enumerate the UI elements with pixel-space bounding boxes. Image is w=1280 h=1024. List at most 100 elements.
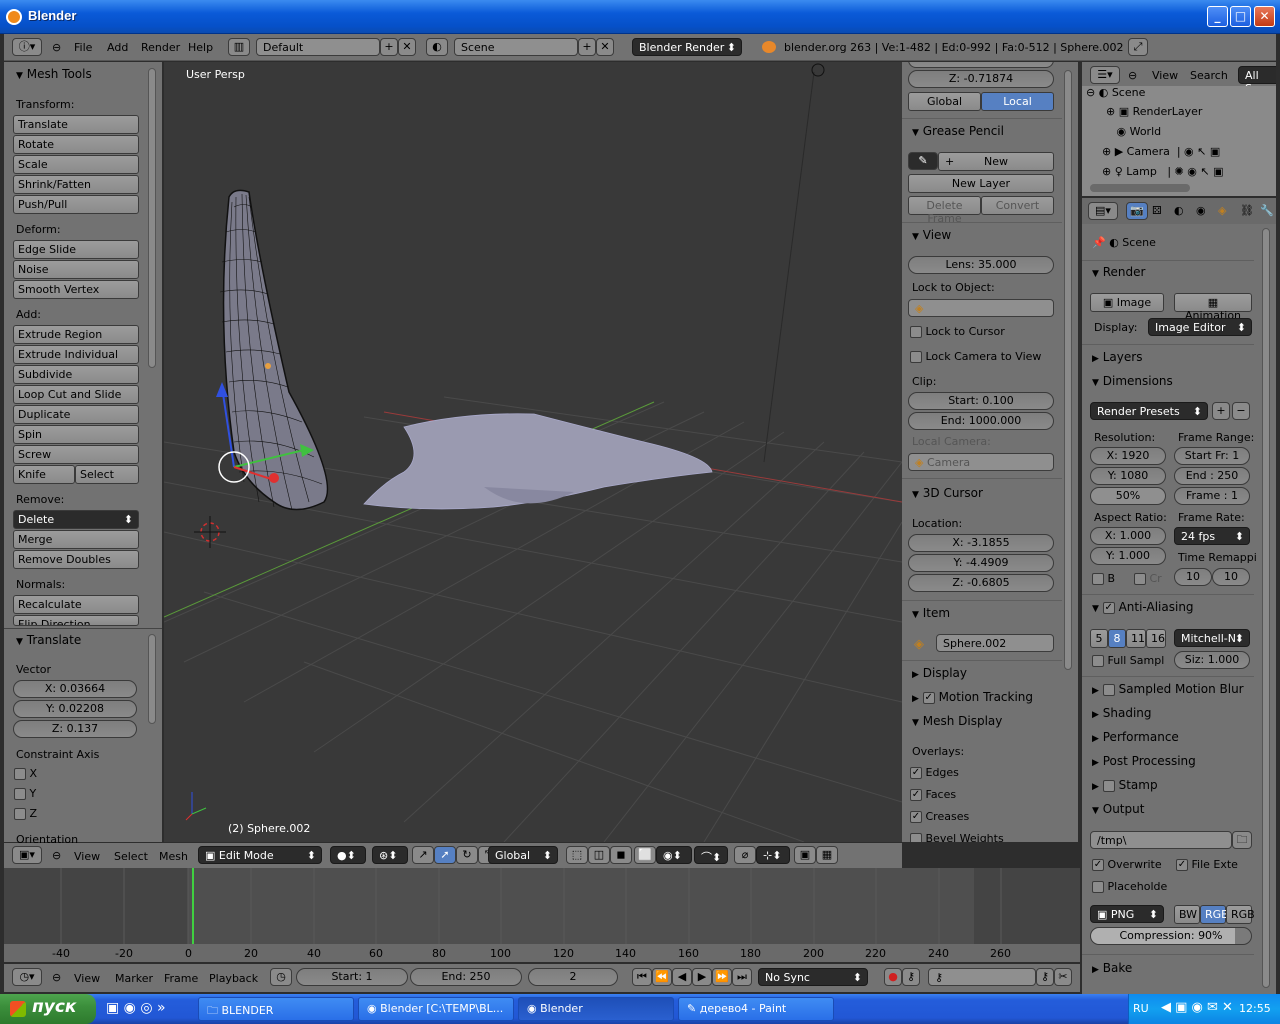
collapse-icon[interactable]: ⊖ — [52, 41, 61, 54]
current-frame-field[interactable]: 2 — [528, 968, 618, 986]
render-engine-select[interactable]: Blender Render ⬍ — [632, 38, 742, 56]
bake-header[interactable]: ▶ Bake — [1092, 961, 1132, 975]
convert-button[interactable]: Convert — [981, 196, 1054, 215]
tray-icons[interactable]: ◀ ▣ ◉ ✉ ✕ — [1161, 1000, 1233, 1015]
delete-menu[interactable]: Delete ⬍ — [13, 510, 139, 529]
border-checkbox[interactable] — [1092, 573, 1104, 585]
output-header[interactable]: ▼ Output — [1092, 802, 1144, 816]
vector-y-field[interactable]: Y: 0.02208 — [13, 700, 137, 718]
antialiasing-header[interactable]: ▼ ✓ Anti-Aliasing — [1092, 600, 1194, 614]
clip-end-field[interactable]: End: 1000.000 — [908, 412, 1054, 430]
motion-blur-header[interactable]: ▶ Sampled Motion Blur — [1092, 682, 1244, 696]
minimize-button[interactable]: _ — [1207, 6, 1228, 27]
full-sample-checkbox[interactable] — [1092, 655, 1104, 667]
smooth-vertex-button[interactable]: Smooth Vertex — [13, 280, 139, 299]
outliner-display-select[interactable]: All Sce — [1238, 66, 1276, 95]
overlay-edges-checkbox[interactable]: ✓ — [910, 767, 922, 779]
editor-type-icon[interactable]: ⓘ▾ — [12, 38, 42, 56]
translate-op-header[interactable]: ▼ Translate — [16, 633, 81, 647]
aa-11-button[interactable]: 11 — [1126, 629, 1146, 648]
task-blender[interactable]: ◉ Blender — [518, 997, 674, 1021]
remove-screen-icon[interactable]: ✕ — [398, 38, 416, 56]
res-x-field[interactable]: X: 1920 — [1090, 447, 1166, 465]
performance-header[interactable]: ▶ Performance — [1092, 730, 1179, 744]
outliner-collapse-icon[interactable]: ⊖ — [1128, 69, 1137, 82]
menu-file[interactable]: File — [74, 41, 92, 54]
properties-scrollbar[interactable] — [1262, 228, 1270, 988]
keying-set-field[interactable]: ⚷ — [928, 968, 1036, 986]
render-image-button[interactable]: ▣ Image — [1090, 293, 1164, 312]
output-path-field[interactable]: /tmp\ — [1090, 831, 1232, 849]
vertex-select-icon[interactable]: ⬚ — [566, 846, 588, 864]
grease-pencil-header[interactable]: ▼ Grease Pencil — [912, 124, 1004, 138]
location-z-field[interactable]: Z: -0.71874 — [908, 70, 1054, 88]
view3d-collapse-icon[interactable]: ⊖ — [52, 849, 61, 862]
layers-header[interactable]: ▶ Layers — [1092, 350, 1142, 364]
screen-layout-field[interactable]: Default — [256, 38, 380, 56]
crop-checkbox[interactable] — [1134, 573, 1146, 585]
screw-button[interactable]: Screw — [13, 445, 139, 464]
remove-doubles-button[interactable]: Remove Doubles — [13, 550, 139, 569]
view-panel-header[interactable]: ▼ View — [912, 228, 951, 242]
constraints-tab-icon[interactable]: ⛓ — [1240, 204, 1254, 217]
display-select[interactable]: Image Editor ⬍ — [1148, 318, 1252, 336]
recalculate-button[interactable]: Recalculate — [13, 595, 139, 614]
3d-viewport[interactable]: User Persp (2) Sphere.002 — [164, 62, 902, 842]
bw-button[interactable]: BW — [1174, 905, 1200, 924]
timeline[interactable]: -40 -20 0 20 40 60 80 100 120 140 160 18… — [4, 868, 1080, 962]
placeholder-row[interactable]: Placeholde — [1092, 880, 1167, 893]
post-processing-header[interactable]: ▶ Post Processing — [1092, 754, 1196, 768]
object-tab-icon[interactable]: ◈ — [1218, 204, 1226, 217]
motion-tracking-header[interactable]: ▶ ✓ Motion Tracking — [912, 690, 1033, 704]
aa-filter-select[interactable]: Mitchell-N ⬍ — [1174, 629, 1250, 647]
vector-x-field[interactable]: X: 0.03664 — [13, 680, 137, 698]
item-panel-header[interactable]: ▼ Item — [912, 606, 950, 620]
overwrite-row[interactable]: ✓ Overwrite — [1092, 858, 1162, 871]
aspect-y-field[interactable]: Y: 1.000 — [1090, 547, 1166, 565]
render-layers-tab-icon[interactable]: ⚄ — [1152, 204, 1162, 217]
outliner-world[interactable]: ◉ World — [1106, 125, 1161, 138]
lock-object-field[interactable]: ◈ — [908, 299, 1054, 317]
operator-scrollbar[interactable] — [148, 634, 156, 724]
rgb-button[interactable]: RGB — [1200, 905, 1229, 924]
menu-help[interactable]: Help — [188, 41, 213, 54]
add-screen-icon[interactable]: + — [380, 38, 398, 56]
placeholder-checkbox[interactable] — [1092, 881, 1104, 893]
lens-field[interactable]: Lens: 35.000 — [908, 256, 1054, 274]
render-tab-icon[interactable]: 📷 — [1126, 202, 1148, 220]
render-still-icon[interactable]: ▣ — [794, 846, 816, 864]
knife-button[interactable]: Knife — [13, 465, 75, 484]
modifiers-tab-icon[interactable]: 🔧 — [1260, 204, 1274, 217]
overlay-creases-checkbox[interactable]: ✓ — [910, 811, 922, 823]
mesh-tools-header[interactable]: ▼ Mesh Tools — [16, 67, 92, 81]
lock-camera[interactable]: Lock Camera to View — [910, 350, 1041, 363]
mode-select[interactable]: ▣ Edit Mode ⬍ — [198, 846, 322, 864]
constraint-z[interactable]: Z — [14, 807, 37, 820]
occlude-geometry-icon[interactable]: ⬜ — [634, 846, 656, 864]
timeline-ruler[interactable]: -40 -20 0 20 40 60 80 100 120 140 160 18… — [4, 944, 1080, 962]
insert-keyframe-icon[interactable]: ⚷ — [1036, 968, 1054, 986]
cursor-z-field[interactable]: Z: -0.6805 — [908, 574, 1054, 592]
delete-keyframe-icon[interactable]: ✂ — [1054, 968, 1072, 986]
view3d-mesh-menu[interactable]: Mesh — [159, 850, 188, 863]
item-name-field[interactable]: Sphere.002 — [936, 634, 1054, 652]
crop-checkbox-row[interactable]: Cr — [1134, 572, 1162, 585]
clip-start-field[interactable]: Start: 0.100 — [908, 392, 1054, 410]
end-frame-field[interactable]: End : 250 — [1174, 467, 1250, 485]
y-field-partial[interactable] — [908, 62, 1054, 68]
scale-button[interactable]: Scale — [13, 155, 139, 174]
delete-frame-button[interactable]: Delete Frame — [908, 196, 981, 225]
file-ext-row[interactable]: ✓ File Exte — [1176, 858, 1238, 871]
overlay-bevel-weights[interactable]: Bevel Weights — [910, 832, 1004, 842]
preview-range-icon[interactable]: ◷ — [270, 968, 292, 986]
render-animation-button[interactable]: ▦ Animation — [1174, 293, 1252, 322]
translate-button[interactable]: Translate — [13, 115, 139, 134]
pencil-icon[interactable]: ✎ — [908, 152, 938, 170]
outliner-scene[interactable]: ⊖ ◐ Scene — [1086, 86, 1145, 99]
toolshelf-scrollbar[interactable] — [148, 68, 156, 368]
task-blender-console[interactable]: ◉ Blender [C:\TEMP\BL... — [358, 997, 514, 1021]
vector-z-field[interactable]: Z: 0.137 — [13, 720, 137, 738]
start-frame-timeline[interactable]: Start: 1 — [296, 968, 408, 986]
language-indicator[interactable]: RU — [1133, 1002, 1149, 1015]
timeline-type-icon[interactable]: ◷▾ — [12, 968, 42, 986]
